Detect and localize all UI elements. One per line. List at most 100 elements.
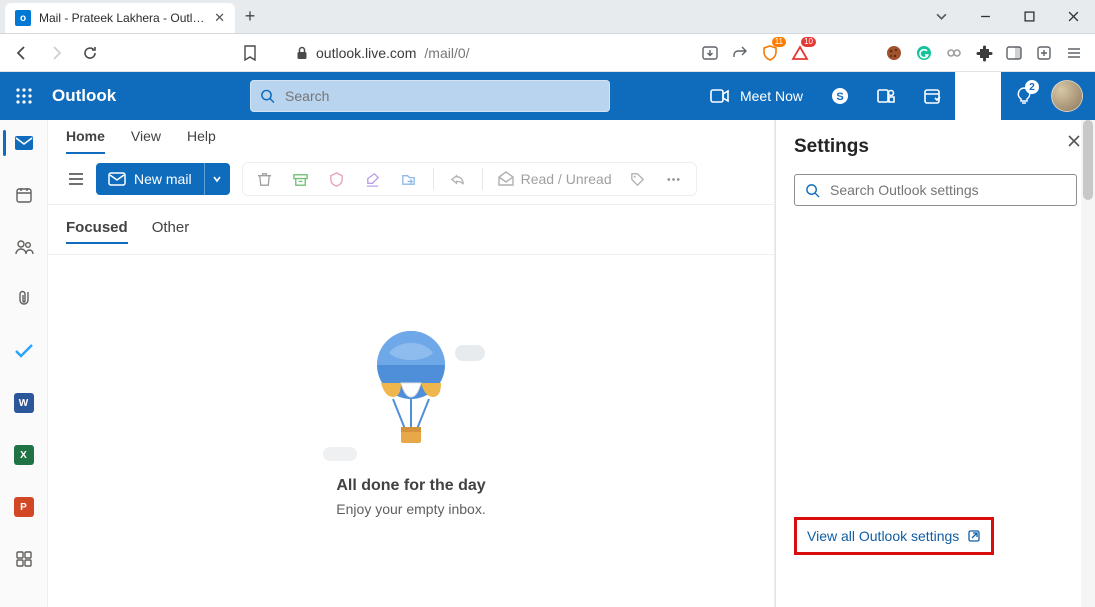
- app-launcher-icon[interactable]: [0, 72, 48, 120]
- back-button[interactable]: [8, 39, 36, 67]
- search-icon: [805, 183, 820, 198]
- mail-content: Home View Help New mail: [48, 120, 775, 607]
- install-app-icon[interactable]: [697, 40, 723, 66]
- close-settings-button[interactable]: [1067, 134, 1081, 148]
- window-controls: [919, 0, 1095, 33]
- my-day-icon[interactable]: [909, 72, 955, 120]
- new-mail-split[interactable]: [204, 163, 230, 195]
- module-rail: W X P: [0, 120, 48, 607]
- overflow-icon[interactable]: [658, 163, 690, 195]
- minimize-button[interactable]: [963, 0, 1007, 33]
- settings-button[interactable]: [955, 72, 1001, 120]
- tab-view[interactable]: View: [131, 128, 161, 154]
- mail-module[interactable]: [3, 126, 45, 160]
- view-all-settings-link[interactable]: View all Outlook settings: [807, 528, 959, 544]
- cookie-ext-icon[interactable]: [881, 40, 907, 66]
- calendar-module[interactable]: [3, 178, 45, 212]
- scrollbar-thumb[interactable]: [1083, 120, 1093, 200]
- lock-icon: [296, 46, 308, 60]
- settings-search-input[interactable]: [830, 182, 1066, 198]
- view-all-settings-highlight: View all Outlook settings: [794, 517, 994, 555]
- triangle-ext-icon[interactable]: 10: [787, 40, 813, 66]
- inbox-pivot: Focused Other: [48, 205, 774, 255]
- brand-label[interactable]: Outlook: [48, 86, 130, 106]
- tab-title: Mail - Prateek Lakhera - Outlook: [39, 11, 206, 25]
- url-display[interactable]: outlook.live.com/mail/0/: [296, 45, 470, 61]
- forward-button[interactable]: [42, 39, 70, 67]
- collections-icon[interactable]: [1031, 40, 1057, 66]
- settings-panel: Settings View all Outlook settings: [775, 120, 1095, 607]
- pivot-other[interactable]: Other: [152, 219, 190, 244]
- teams-icon[interactable]: [863, 72, 909, 120]
- meet-now-label: Meet Now: [740, 88, 803, 104]
- search-input[interactable]: [285, 88, 600, 104]
- ext-badge: 10: [801, 37, 816, 47]
- meet-now-button[interactable]: Meet Now: [696, 88, 817, 104]
- grammarly-ext-icon[interactable]: [911, 40, 937, 66]
- reload-button[interactable]: [76, 39, 104, 67]
- browser-tab[interactable]: o Mail - Prateek Lakhera - Outlook ✕: [5, 3, 235, 33]
- ribbon-tabs: Home View Help: [48, 120, 774, 154]
- notification-badge: 2: [1025, 80, 1039, 94]
- close-tab-icon[interactable]: ✕: [214, 10, 225, 26]
- balloon-illustration: [351, 325, 471, 465]
- url-host: outlook.live.com: [316, 45, 416, 61]
- move-icon[interactable]: [393, 163, 425, 195]
- excel-app[interactable]: X: [3, 438, 45, 472]
- caret-down-icon[interactable]: [919, 0, 963, 33]
- word-app[interactable]: W: [3, 386, 45, 420]
- bookmark-icon[interactable]: [236, 39, 264, 67]
- ext-badge: 11: [772, 37, 786, 47]
- reply-icon[interactable]: [442, 163, 474, 195]
- browser-menu-icon[interactable]: [1061, 40, 1087, 66]
- sidepanel-icon[interactable]: [1001, 40, 1027, 66]
- link-ext-icon[interactable]: [941, 40, 967, 66]
- tips-icon[interactable]: 2: [1001, 72, 1047, 120]
- global-search[interactable]: [250, 80, 610, 112]
- pivot-focused[interactable]: Focused: [66, 219, 128, 244]
- empty-inbox-state: All done for the day Enjoy your empty in…: [48, 255, 774, 607]
- settings-title: Settings: [794, 136, 1077, 158]
- new-mail-label: New mail: [134, 171, 192, 187]
- powerpoint-app[interactable]: P: [3, 490, 45, 524]
- maximize-button[interactable]: [1007, 0, 1051, 33]
- command-toolbar: New mail Read / Unread: [48, 154, 774, 205]
- main-region: Home View Help New mail: [48, 120, 1095, 607]
- todo-module[interactable]: [3, 334, 45, 368]
- video-icon: [710, 88, 730, 104]
- skype-icon[interactable]: S: [817, 72, 863, 120]
- tab-help[interactable]: Help: [187, 128, 216, 154]
- sweep-icon[interactable]: [357, 163, 389, 195]
- files-module[interactable]: [3, 282, 45, 316]
- browser-titlebar: o Mail - Prateek Lakhera - Outlook ✕ +: [0, 0, 1095, 34]
- close-window-button[interactable]: [1051, 0, 1095, 33]
- settings-search[interactable]: [794, 174, 1077, 206]
- folder-pane-toggle[interactable]: [62, 165, 90, 193]
- more-apps-icon[interactable]: [3, 542, 45, 576]
- open-icon: [967, 529, 981, 543]
- vertical-scrollbar[interactable]: [1081, 120, 1095, 607]
- new-tab-button[interactable]: +: [235, 0, 265, 33]
- delete-icon[interactable]: [249, 163, 281, 195]
- report-icon[interactable]: [321, 163, 353, 195]
- extensions-icon[interactable]: [971, 40, 997, 66]
- tab-home[interactable]: Home: [66, 128, 105, 154]
- archive-icon[interactable]: [285, 163, 317, 195]
- search-icon: [260, 88, 275, 104]
- outlook-favicon: o: [15, 10, 31, 26]
- mail-icon: [108, 172, 126, 186]
- toolbar-group: Read / Unread: [242, 162, 697, 196]
- read-unread-label: Read / Unread: [521, 171, 612, 187]
- empty-title: All done for the day: [336, 477, 485, 495]
- shield-ext-icon[interactable]: 11: [757, 40, 783, 66]
- envelope-open-icon: [497, 171, 515, 187]
- read-unread-button[interactable]: Read / Unread: [491, 171, 618, 187]
- outlook-suite-header: Outlook Meet Now S 2: [0, 72, 1095, 120]
- new-mail-button[interactable]: New mail: [96, 163, 230, 195]
- tag-icon[interactable]: [622, 163, 654, 195]
- people-module[interactable]: [3, 230, 45, 264]
- account-avatar[interactable]: [1051, 80, 1083, 112]
- svg-text:S: S: [836, 91, 843, 103]
- share-icon[interactable]: [727, 40, 753, 66]
- empty-subtitle: Enjoy your empty inbox.: [336, 501, 485, 517]
